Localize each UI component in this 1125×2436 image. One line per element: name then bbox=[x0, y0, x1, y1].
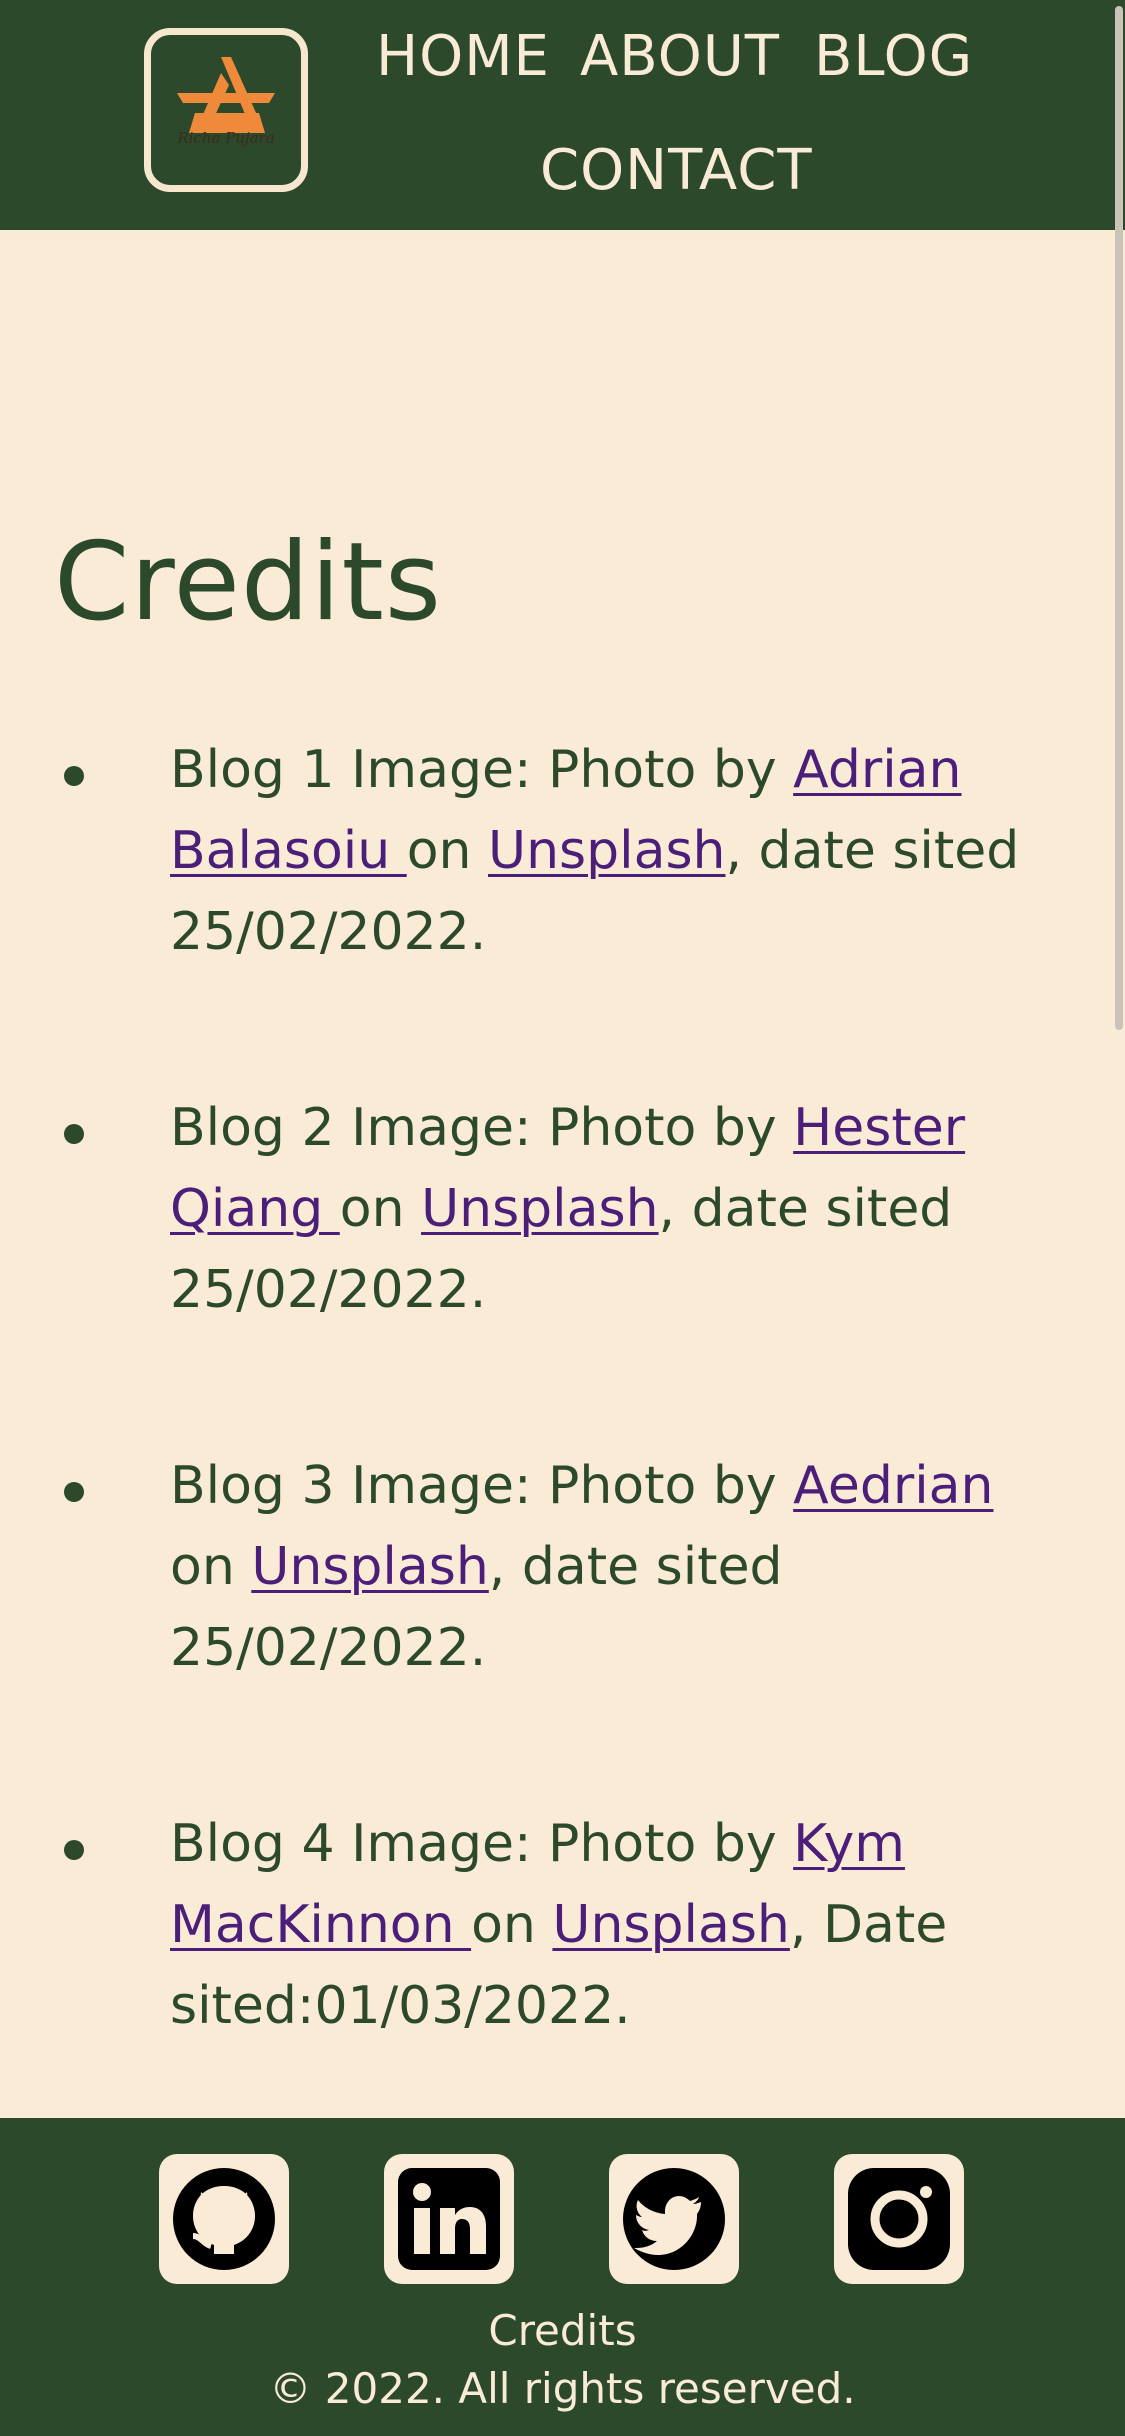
instagram-link[interactable] bbox=[834, 2154, 964, 2284]
bullet bbox=[64, 1124, 84, 1144]
unsplash-link[interactable]: Unsplash bbox=[421, 1179, 658, 1239]
unsplash-link[interactable]: Unsplash bbox=[488, 821, 725, 881]
credit-text: Blog 3 Image: Photo by Aedrian on Unspla… bbox=[170, 1446, 1020, 1689]
credit-prefix: Blog 3 Image: Photo by bbox=[170, 1456, 794, 1516]
credit-text: Blog 2 Image: Photo by Hester Qiang on U… bbox=[170, 1088, 1020, 1331]
page-title: Credits bbox=[54, 520, 443, 645]
credits-link[interactable]: Credits bbox=[0, 2306, 1125, 2355]
credit-on: on bbox=[339, 1179, 422, 1239]
nav-contact[interactable]: CONTACT bbox=[540, 138, 813, 203]
nav-home[interactable]: HOME bbox=[376, 24, 550, 89]
credit-prefix: Blog 4 Image: Photo by bbox=[170, 1814, 794, 1874]
credit-on: on bbox=[471, 1895, 553, 1955]
site-header: Richa Pujara HOME ABOUT BLOG CONTACT bbox=[0, 0, 1125, 230]
credit-prefix: Blog 1 Image: Photo by bbox=[170, 740, 794, 800]
nav-blog[interactable]: BLOG bbox=[814, 24, 973, 89]
credit-prefix: Blog 2 Image: Photo by bbox=[170, 1098, 794, 1158]
bullet bbox=[64, 1482, 84, 1502]
linkedin-link[interactable] bbox=[384, 2154, 514, 2284]
credit-text: Blog 1 Image: Photo by Adrian Balasoiu o… bbox=[170, 730, 1020, 973]
twitter-link[interactable] bbox=[609, 2154, 739, 2284]
logo[interactable]: Richa Pujara bbox=[144, 28, 308, 192]
site-footer: Credits © 2022. All rights reserved. bbox=[0, 2118, 1125, 2436]
credit-text: Blog 4 Image: Photo by Kym MacKinnon on … bbox=[170, 1804, 1020, 2047]
nav-about[interactable]: ABOUT bbox=[580, 24, 780, 89]
bullet bbox=[64, 1840, 84, 1860]
credit-on: on bbox=[406, 821, 489, 881]
unsplash-link[interactable]: Unsplash bbox=[251, 1537, 488, 1597]
bullet bbox=[64, 766, 84, 786]
github-link[interactable] bbox=[159, 2154, 289, 2284]
github-icon bbox=[173, 2168, 275, 2270]
logo-text: Richa Pujara bbox=[177, 129, 275, 147]
instagram-icon bbox=[848, 2168, 950, 2270]
credit-on: on bbox=[170, 1537, 252, 1597]
twitter-icon bbox=[623, 2168, 725, 2270]
copyright: © 2022. All rights reserved. bbox=[269, 2364, 856, 2413]
unsplash-link[interactable]: Unsplash bbox=[552, 1895, 789, 1955]
scrollbar[interactable] bbox=[1115, 6, 1123, 1030]
author-link[interactable]: Aedrian bbox=[793, 1456, 993, 1516]
linkedin-icon bbox=[398, 2168, 500, 2270]
